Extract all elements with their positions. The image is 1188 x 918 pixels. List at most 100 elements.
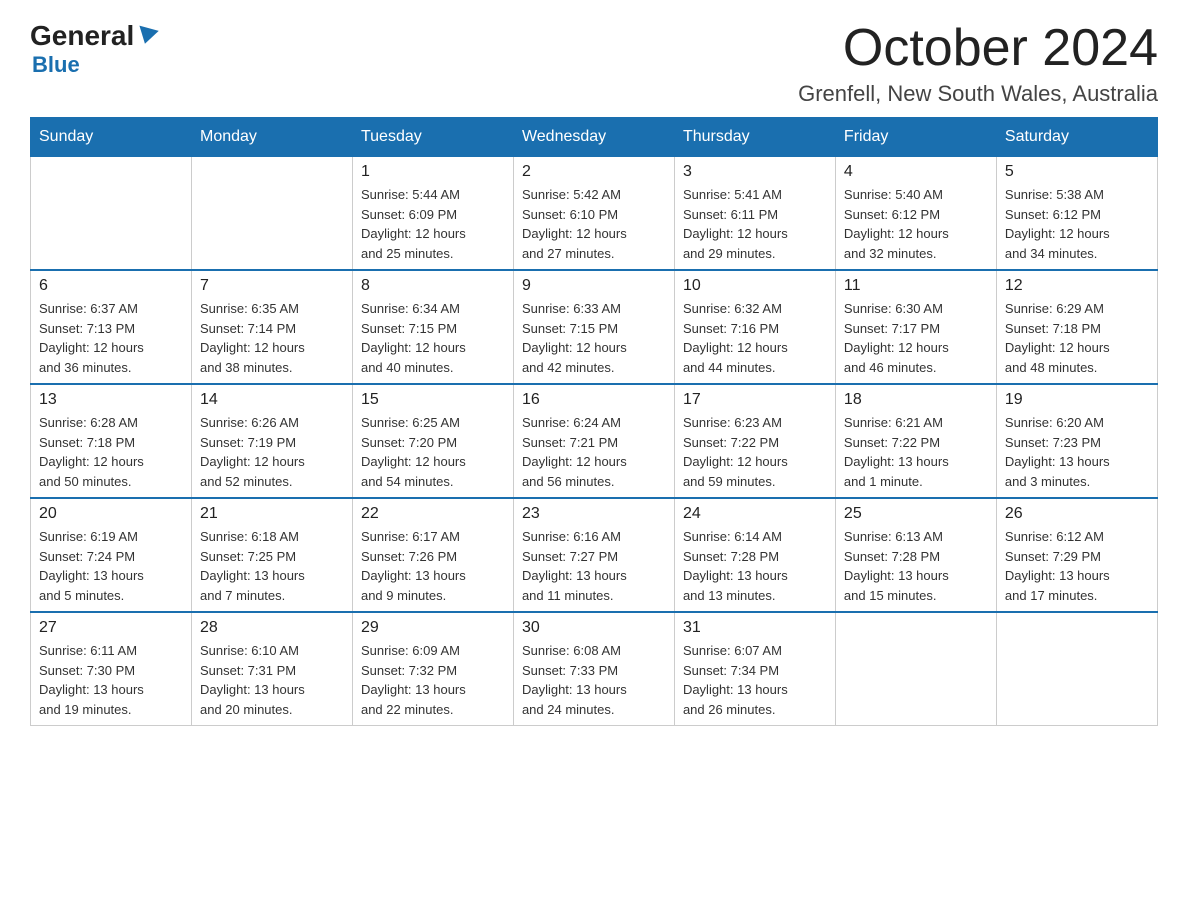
day-number: 4	[844, 163, 988, 181]
day-info: Sunrise: 5:42 AM Sunset: 6:10 PM Dayligh…	[522, 185, 666, 263]
calendar-week-5: 27 Sunrise: 6:11 AM Sunset: 7:30 PM Dayli…	[31, 612, 1158, 726]
day-number: 7	[200, 277, 344, 295]
day-info: Sunrise: 6:18 AM Sunset: 7:25 PM Dayligh…	[200, 527, 344, 605]
logo-area: General Blue	[30, 20, 157, 78]
day-number: 17	[683, 391, 827, 409]
calendar-header-wednesday: Wednesday	[513, 118, 674, 157]
day-number: 18	[844, 391, 988, 409]
calendar-cell	[835, 612, 996, 726]
day-info: Sunrise: 6:29 AM Sunset: 7:18 PM Dayligh…	[1005, 299, 1149, 377]
day-info: Sunrise: 6:17 AM Sunset: 7:26 PM Dayligh…	[361, 527, 505, 605]
calendar-cell: 25 Sunrise: 6:13 AM Sunset: 7:28 PM Dayli…	[835, 498, 996, 612]
logo-arrow-icon	[136, 26, 159, 47]
calendar-cell	[191, 157, 352, 271]
day-number: 12	[1005, 277, 1149, 295]
day-info: Sunrise: 6:23 AM Sunset: 7:22 PM Dayligh…	[683, 413, 827, 491]
calendar-week-3: 13 Sunrise: 6:28 AM Sunset: 7:18 PM Dayli…	[31, 384, 1158, 498]
day-number: 1	[361, 163, 505, 181]
day-info: Sunrise: 5:41 AM Sunset: 6:11 PM Dayligh…	[683, 185, 827, 263]
day-info: Sunrise: 6:19 AM Sunset: 7:24 PM Dayligh…	[39, 527, 183, 605]
calendar-cell: 31Sunrise: 6:07 AM Sunset: 7:34 PM Dayli…	[674, 612, 835, 726]
calendar-cell: 26 Sunrise: 6:12 AM Sunset: 7:29 PM Dayli…	[996, 498, 1157, 612]
day-number: 29	[361, 619, 505, 637]
day-number: 15	[361, 391, 505, 409]
day-number: 3	[683, 163, 827, 181]
day-info: Sunrise: 6:21 AM Sunset: 7:22 PM Dayligh…	[844, 413, 988, 491]
day-number: 20	[39, 505, 183, 523]
calendar-header-tuesday: Tuesday	[352, 118, 513, 157]
day-info: Sunrise: 6:07 AM Sunset: 7:34 PM Dayligh…	[683, 641, 827, 719]
day-number: 19	[1005, 391, 1149, 409]
calendar-cell: 12 Sunrise: 6:29 AM Sunset: 7:18 PM Dayli…	[996, 270, 1157, 384]
calendar-week-2: 6Sunrise: 6:37 AM Sunset: 7:13 PM Daylig…	[31, 270, 1158, 384]
calendar-cell	[996, 612, 1157, 726]
calendar-cell: 9Sunrise: 6:33 AM Sunset: 7:15 PM Daylig…	[513, 270, 674, 384]
day-number: 6	[39, 277, 183, 295]
calendar-week-4: 20 Sunrise: 6:19 AM Sunset: 7:24 PM Dayli…	[31, 498, 1158, 612]
calendar-cell: 15 Sunrise: 6:25 AM Sunset: 7:20 PM Dayli…	[352, 384, 513, 498]
day-number: 22	[361, 505, 505, 523]
calendar-cell: 6Sunrise: 6:37 AM Sunset: 7:13 PM Daylig…	[31, 270, 192, 384]
calendar-cell: 30 Sunrise: 6:08 AM Sunset: 7:33 PM Dayli…	[513, 612, 674, 726]
day-info: Sunrise: 6:10 AM Sunset: 7:31 PM Dayligh…	[200, 641, 344, 719]
logo-general-text: General	[30, 20, 134, 52]
calendar-cell: 10 Sunrise: 6:32 AM Sunset: 7:16 PM Dayli…	[674, 270, 835, 384]
calendar-header-saturday: Saturday	[996, 118, 1157, 157]
day-info: Sunrise: 6:16 AM Sunset: 7:27 PM Dayligh…	[522, 527, 666, 605]
calendar-header-monday: Monday	[191, 118, 352, 157]
calendar-cell: 11Sunrise: 6:30 AM Sunset: 7:17 PM Dayli…	[835, 270, 996, 384]
calendar-cell: 27 Sunrise: 6:11 AM Sunset: 7:30 PM Dayli…	[31, 612, 192, 726]
day-number: 5	[1005, 163, 1149, 181]
day-info: Sunrise: 6:14 AM Sunset: 7:28 PM Dayligh…	[683, 527, 827, 605]
location-subtitle: Grenfell, New South Wales, Australia	[798, 81, 1158, 107]
calendar-cell: 5 Sunrise: 5:38 AM Sunset: 6:12 PM Daylig…	[996, 157, 1157, 271]
calendar-cell: 21 Sunrise: 6:18 AM Sunset: 7:25 PM Dayli…	[191, 498, 352, 612]
logo-blue-text: Blue	[32, 52, 80, 78]
day-info: Sunrise: 6:32 AM Sunset: 7:16 PM Dayligh…	[683, 299, 827, 377]
day-number: 21	[200, 505, 344, 523]
calendar-cell: 24 Sunrise: 6:14 AM Sunset: 7:28 PM Dayli…	[674, 498, 835, 612]
day-info: Sunrise: 6:20 AM Sunset: 7:23 PM Dayligh…	[1005, 413, 1149, 491]
calendar-cell: 23 Sunrise: 6:16 AM Sunset: 7:27 PM Dayli…	[513, 498, 674, 612]
day-number: 28	[200, 619, 344, 637]
day-number: 24	[683, 505, 827, 523]
day-number: 23	[522, 505, 666, 523]
day-number: 13	[39, 391, 183, 409]
day-info: Sunrise: 6:28 AM Sunset: 7:18 PM Dayligh…	[39, 413, 183, 491]
calendar-cell: 4 Sunrise: 5:40 AM Sunset: 6:12 PM Daylig…	[835, 157, 996, 271]
day-info: Sunrise: 6:13 AM Sunset: 7:28 PM Dayligh…	[844, 527, 988, 605]
day-info: Sunrise: 6:26 AM Sunset: 7:19 PM Dayligh…	[200, 413, 344, 491]
calendar-cell: 1Sunrise: 5:44 AM Sunset: 6:09 PM Daylig…	[352, 157, 513, 271]
title-area: October 2024 Grenfell, New South Wales, …	[798, 20, 1158, 107]
day-info: Sunrise: 6:08 AM Sunset: 7:33 PM Dayligh…	[522, 641, 666, 719]
calendar-header-friday: Friday	[835, 118, 996, 157]
calendar-header-sunday: Sunday	[31, 118, 192, 157]
day-number: 10	[683, 277, 827, 295]
day-info: Sunrise: 6:09 AM Sunset: 7:32 PM Dayligh…	[361, 641, 505, 719]
calendar-cell: 16Sunrise: 6:24 AM Sunset: 7:21 PM Dayli…	[513, 384, 674, 498]
day-number: 8	[361, 277, 505, 295]
day-info: Sunrise: 6:25 AM Sunset: 7:20 PM Dayligh…	[361, 413, 505, 491]
calendar-cell	[31, 157, 192, 271]
calendar-week-1: 1Sunrise: 5:44 AM Sunset: 6:09 PM Daylig…	[31, 157, 1158, 271]
calendar-cell: 13 Sunrise: 6:28 AM Sunset: 7:18 PM Dayli…	[31, 384, 192, 498]
calendar-cell: 18 Sunrise: 6:21 AM Sunset: 7:22 PM Dayli…	[835, 384, 996, 498]
day-info: Sunrise: 6:12 AM Sunset: 7:29 PM Dayligh…	[1005, 527, 1149, 605]
day-number: 30	[522, 619, 666, 637]
calendar-cell: 19 Sunrise: 6:20 AM Sunset: 7:23 PM Dayli…	[996, 384, 1157, 498]
day-number: 14	[200, 391, 344, 409]
day-info: Sunrise: 5:38 AM Sunset: 6:12 PM Dayligh…	[1005, 185, 1149, 263]
day-number: 25	[844, 505, 988, 523]
day-info: Sunrise: 5:40 AM Sunset: 6:12 PM Dayligh…	[844, 185, 988, 263]
day-number: 27	[39, 619, 183, 637]
calendar-cell: 3 Sunrise: 5:41 AM Sunset: 6:11 PM Daylig…	[674, 157, 835, 271]
day-number: 26	[1005, 505, 1149, 523]
day-number: 11	[844, 277, 988, 295]
day-info: Sunrise: 6:11 AM Sunset: 7:30 PM Dayligh…	[39, 641, 183, 719]
day-info: Sunrise: 6:34 AM Sunset: 7:15 PM Dayligh…	[361, 299, 505, 377]
calendar-cell: 22 Sunrise: 6:17 AM Sunset: 7:26 PM Dayli…	[352, 498, 513, 612]
day-number: 2	[522, 163, 666, 181]
day-info: Sunrise: 6:24 AM Sunset: 7:21 PM Dayligh…	[522, 413, 666, 491]
calendar-cell: 7Sunrise: 6:35 AM Sunset: 7:14 PM Daylig…	[191, 270, 352, 384]
calendar-cell: 2 Sunrise: 5:42 AM Sunset: 6:10 PM Daylig…	[513, 157, 674, 271]
